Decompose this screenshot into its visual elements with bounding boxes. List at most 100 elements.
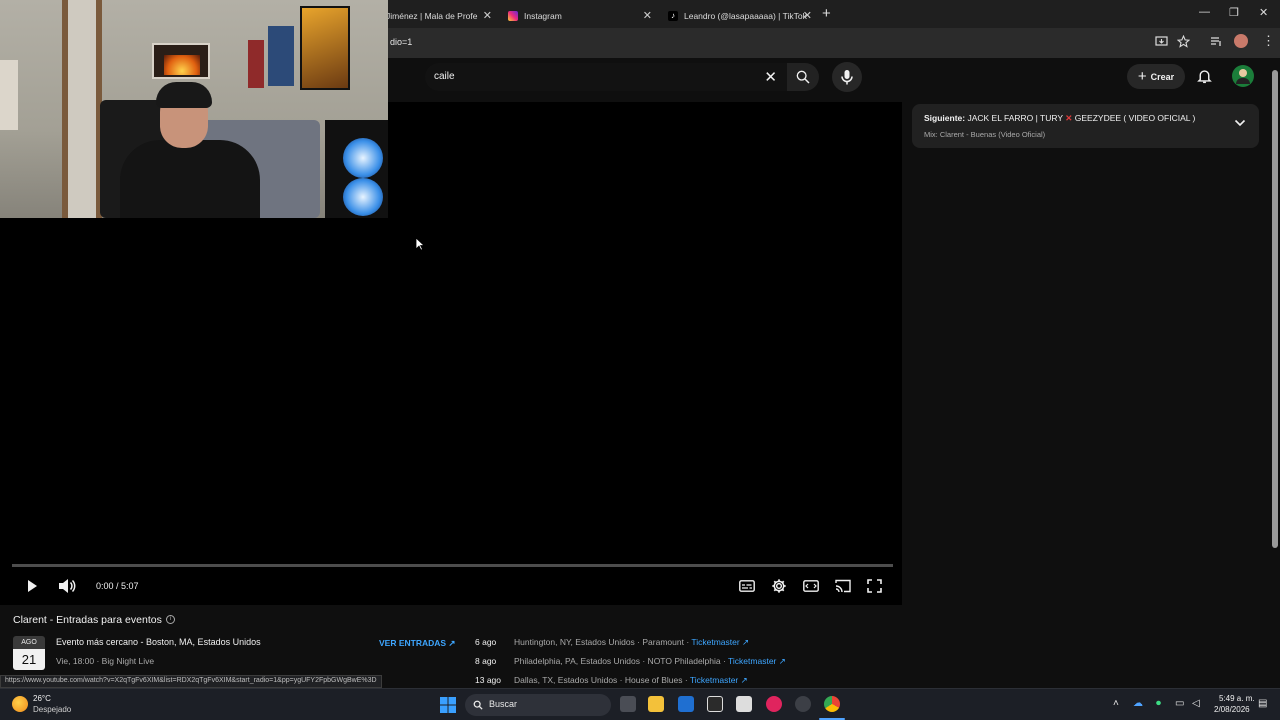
microphone-icon[interactable]: ⏺ bbox=[1156, 698, 1161, 709]
up-next-card[interactable]: Siguiente: JACK EL FARRO | TURY ✕ GEEZYD… bbox=[912, 104, 1259, 148]
event-row-place: Dallas, TX, Estados Unidos · House of Bl… bbox=[514, 675, 683, 685]
tab-title: Leandro (@lasapaaaaa) | TikTok bbox=[684, 10, 807, 21]
create-label: Crear bbox=[1150, 71, 1175, 82]
status-bar-link: https://www.youtube.com/watch?v=X2qTgFv6… bbox=[0, 675, 382, 688]
microsoft-store-icon[interactable] bbox=[736, 696, 752, 712]
close-window-button[interactable]: ✕ bbox=[1259, 6, 1268, 19]
up-next-prefix: Siguiente: bbox=[924, 113, 966, 123]
microphone-icon bbox=[841, 70, 853, 85]
network-icon[interactable]: ▭ bbox=[1175, 698, 1184, 709]
minimize-button[interactable]: — bbox=[1199, 6, 1210, 18]
taskbar-clock-date[interactable]: 2/08/2026 bbox=[1214, 705, 1250, 714]
tab-title: Instagram bbox=[524, 10, 562, 21]
voice-search-button[interactable] bbox=[832, 62, 862, 92]
mail-icon[interactable] bbox=[678, 696, 694, 712]
fullscreen-icon[interactable] bbox=[867, 579, 882, 593]
event-day: 21 bbox=[13, 649, 45, 670]
scrollbar-thumb[interactable] bbox=[1272, 70, 1278, 548]
search-icon bbox=[796, 70, 810, 84]
tab-tiktok[interactable]: ♪ Leandro (@lasapaaaaa) | TikTok ✕ bbox=[660, 3, 818, 28]
ticketmaster-link[interactable]: Ticketmaster ↗ bbox=[728, 656, 786, 666]
tab-jimenez[interactable]: Jiménez | Mala de Profe ✕ bbox=[378, 3, 498, 28]
separator: · bbox=[720, 656, 729, 666]
up-next-title-part1: JACK EL FARRO | TURY bbox=[967, 113, 1063, 123]
event-row: 8 ago Philadelphia, PA, Estados Unidos · … bbox=[475, 656, 786, 667]
windows-taskbar: 26°C Despejado Buscar ˄ ☁ ⏺ ▭ ◁ 5:49 a. … bbox=[0, 688, 1280, 720]
weather-temperature[interactable]: 26°C bbox=[33, 694, 51, 703]
up-next-title: Siguiente: JACK EL FARRO | TURY ✕ GEEZYD… bbox=[924, 113, 1195, 124]
poster-image bbox=[300, 6, 350, 90]
page-scrollbar[interactable] bbox=[1270, 58, 1280, 688]
chevron-down-icon[interactable] bbox=[1234, 118, 1246, 128]
create-button[interactable]: + Crear bbox=[1127, 64, 1185, 89]
weather-description[interactable]: Despejado bbox=[33, 705, 71, 714]
steam-icon[interactable] bbox=[795, 696, 811, 712]
play-icon[interactable] bbox=[25, 579, 39, 593]
speaker-icon[interactable]: ◁ bbox=[1192, 698, 1200, 709]
events-section-title: Clarent - Entradas para eventos bbox=[13, 614, 162, 626]
webcam-overlay bbox=[0, 0, 388, 218]
search-button[interactable] bbox=[787, 63, 819, 91]
settings-gear-icon[interactable] bbox=[771, 578, 787, 594]
tab-close-icon[interactable]: ✕ bbox=[803, 9, 812, 22]
up-next-title-part2: GEEZYDEE ( VIDEO OFICIAL ) bbox=[1074, 113, 1196, 123]
tab-title: Jiménez | Mala de Profe bbox=[386, 10, 478, 21]
mouse-cursor-icon bbox=[415, 237, 425, 251]
poster-image bbox=[248, 40, 264, 88]
chevron-up-icon[interactable]: ˄ bbox=[1113, 698, 1119, 709]
progress-bar[interactable] bbox=[12, 564, 893, 567]
tab-close-icon[interactable]: ✕ bbox=[643, 9, 652, 22]
windows-start-icon[interactable] bbox=[440, 697, 456, 713]
fireplace-tv-image bbox=[152, 43, 210, 79]
event-row-date: 6 ago bbox=[475, 637, 497, 647]
maximize-button[interactable]: ❐ bbox=[1229, 6, 1239, 19]
pc-case bbox=[325, 120, 388, 218]
tab-close-icon[interactable]: ✕ bbox=[483, 9, 492, 22]
event-row-date: 8 ago bbox=[475, 656, 497, 666]
event-row-date: 13 ago bbox=[475, 675, 501, 685]
theater-mode-icon[interactable] bbox=[803, 580, 819, 592]
search-input[interactable]: caile bbox=[434, 71, 455, 82]
bookmark-star-icon[interactable] bbox=[1177, 35, 1190, 48]
media-player-icon[interactable] bbox=[766, 696, 782, 712]
notifications-bell-icon[interactable] bbox=[1196, 67, 1213, 85]
event-month: AGO bbox=[13, 636, 45, 649]
poster-image bbox=[268, 26, 294, 86]
chrome-icon[interactable] bbox=[824, 696, 840, 712]
browser-menu-icon[interactable]: ⋮ bbox=[1262, 33, 1275, 49]
file-explorer-icon[interactable] bbox=[648, 696, 664, 712]
volume-icon[interactable] bbox=[58, 578, 76, 594]
event-row: 6 ago Huntington, NY, Estados Unidos · Pa… bbox=[475, 637, 749, 648]
ticketmaster-link[interactable]: Ticketmaster ↗ bbox=[691, 637, 749, 647]
ticketmaster-link[interactable]: Ticketmaster ↗ bbox=[690, 675, 748, 685]
capcut-icon[interactable] bbox=[707, 696, 723, 712]
taskbar-clock-time[interactable]: 5:49 a. m. bbox=[1219, 694, 1255, 703]
cast-icon[interactable] bbox=[835, 579, 851, 593]
new-tab-button[interactable]: + bbox=[822, 5, 831, 22]
clear-search-icon[interactable]: ✕ bbox=[764, 68, 777, 86]
taskbar-search-label: Buscar bbox=[489, 699, 518, 709]
install-app-icon[interactable] bbox=[1155, 36, 1168, 48]
nearest-event-time: Vie, 18:00 · Big Night Live bbox=[56, 656, 155, 666]
info-icon[interactable]: i bbox=[166, 615, 175, 624]
address-bar-url[interactable]: dio=1 bbox=[390, 37, 412, 47]
plus-icon: + bbox=[1137, 68, 1147, 85]
task-view-icon[interactable] bbox=[620, 696, 636, 712]
search-icon bbox=[473, 700, 483, 710]
weather-sun-icon[interactable] bbox=[12, 696, 28, 712]
taskbar-search[interactable]: Buscar bbox=[465, 694, 611, 716]
view-tickets-button[interactable]: VER ENTRADAS ↗ bbox=[379, 638, 456, 649]
tab-instagram[interactable]: Instagram ✕ bbox=[500, 3, 658, 28]
event-date-badge: AGO 21 bbox=[13, 636, 45, 670]
event-row: 13 ago Dallas, TX, Estados Unidos · House… bbox=[475, 675, 748, 686]
tiktok-icon: ♪ bbox=[668, 10, 678, 21]
media-controls-icon[interactable] bbox=[1210, 36, 1223, 48]
subtitles-icon[interactable] bbox=[739, 580, 755, 592]
separator: · bbox=[682, 675, 690, 685]
onedrive-icon[interactable]: ☁ bbox=[1133, 698, 1143, 709]
person-body bbox=[120, 140, 260, 218]
profile-avatar[interactable] bbox=[1234, 34, 1248, 48]
account-avatar[interactable] bbox=[1232, 65, 1254, 87]
notifications-icon[interactable]: ▤ bbox=[1258, 698, 1267, 709]
search-box[interactable]: caile ✕ bbox=[425, 63, 787, 91]
